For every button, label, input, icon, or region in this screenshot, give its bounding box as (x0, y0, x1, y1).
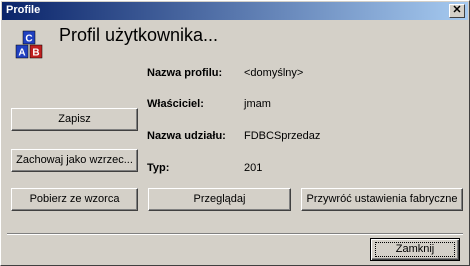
owner-value: jmam (244, 98, 271, 110)
page-title: Profil użytkownika... (59, 25, 219, 45)
type-value: 201 (244, 162, 263, 174)
share-name-label: Nazwa udziału: (147, 130, 226, 142)
type-label: Typ: (147, 162, 170, 174)
profile-name-value: <domyślny> (244, 67, 304, 79)
focus-rectangle (375, 242, 455, 257)
close-button[interactable]: Zamknij (370, 238, 460, 261)
browse-button[interactable]: Przeglądaj (148, 188, 291, 211)
profile-dialog: Profile ✕ C A B Profil użytkownika... Na… (0, 0, 470, 266)
load-from-template-button[interactable]: Pobierz ze wzorca (11, 188, 138, 211)
title-bar[interactable]: Profile ✕ (2, 2, 468, 20)
svg-text:A: A (18, 48, 25, 59)
window-title: Profile (6, 4, 41, 16)
profile-abc-icon: C A B (15, 30, 43, 59)
profile-name-label: Nazwa profilu: (147, 67, 223, 79)
save-button[interactable]: Zapisz (11, 108, 138, 131)
save-as-template-button[interactable]: Zachowaj jako wzrzec... (11, 149, 138, 172)
owner-label: Właściciel: (147, 98, 204, 110)
restore-defaults-button[interactable]: Przywróć ustawienia fabryczne (301, 188, 463, 211)
svg-text:B: B (32, 48, 39, 59)
share-name-value: FDBCSprzedaz (244, 130, 321, 142)
window-close-button[interactable]: ✕ (449, 4, 465, 18)
svg-text:C: C (25, 34, 32, 45)
close-icon: ✕ (452, 4, 462, 16)
separator (7, 233, 463, 235)
